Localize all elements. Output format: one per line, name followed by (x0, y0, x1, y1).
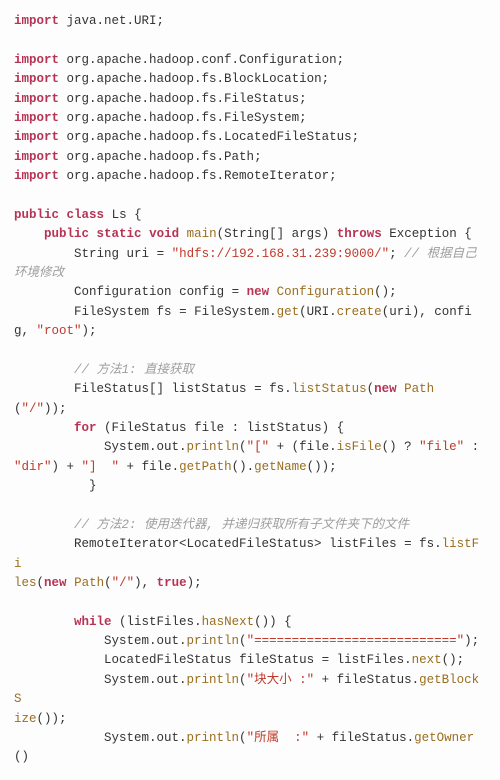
var-file: file (194, 421, 224, 435)
string-literal: "块大小 :" (247, 673, 315, 687)
method-isfile: isFile (337, 440, 382, 454)
var-config: config (179, 285, 224, 299)
method-getowner: getOwner (414, 731, 474, 745)
method-main: main (187, 227, 217, 241)
comment-method2: // 方法2: 使用迭代器, 并递归获取所有子文件夹下的文件 (74, 518, 409, 532)
kw-import: import (14, 130, 59, 144)
kw-class: class (67, 208, 105, 222)
method-create: create (337, 305, 382, 319)
kw-true: true (157, 576, 187, 590)
type-locatedfilestatus: LocatedFileStatus (104, 653, 232, 667)
kw-import: import (14, 72, 59, 86)
string-literal: "所属 :" (247, 731, 310, 745)
method-println: println (187, 673, 240, 687)
string-literal: "] " (82, 460, 120, 474)
method-println: println (187, 440, 240, 454)
import-path: org.apache.hadoop.fs.LocatedFileStatus (67, 130, 352, 144)
sysout: System.out. (104, 673, 187, 687)
kw-import: import (14, 92, 59, 106)
var-filestatus: fileStatus (239, 653, 314, 667)
kw-public: public (14, 208, 59, 222)
string-literal: "root" (37, 324, 82, 338)
ctor-path: Path (74, 576, 104, 590)
method-println: println (187, 634, 240, 648)
kw-void: void (149, 227, 179, 241)
import-path: org.apache.hadoop.fs.RemoteIterator (67, 169, 330, 183)
method-hasnext: hasNext (202, 615, 255, 629)
type-stringarr: String[] (224, 227, 284, 241)
var-fs: fs (157, 305, 172, 319)
java-source-code: import java.net.URI; import org.apache.h… (0, 0, 500, 780)
type-configuration: Configuration (74, 285, 172, 299)
kw-import: import (14, 14, 59, 28)
string-literal: "===========================" (247, 634, 465, 648)
ctor-configuration: Configuration (277, 285, 375, 299)
kw-new: new (247, 285, 270, 299)
sysout: System.out. (104, 634, 187, 648)
kw-new: new (44, 576, 67, 590)
type-filestatus-arr: FileStatus[] (74, 382, 164, 396)
kw-new: new (374, 382, 397, 396)
import-path: org.apache.hadoop.conf.Configuration (67, 53, 337, 67)
var-liststatus: listStatus (172, 382, 247, 396)
string-literal: "hdfs://192.168.31.239:9000/" (172, 247, 390, 261)
method-getname: getName (254, 460, 307, 474)
import-path: java.net.URI (67, 14, 157, 28)
sysout: System.out. (104, 731, 187, 745)
type-string: String (74, 247, 119, 261)
import-path: org.apache.hadoop.fs.FileStatus (67, 92, 300, 106)
method-println: println (187, 731, 240, 745)
var-listfiles: listFiles (329, 537, 397, 551)
method-get: get (277, 305, 300, 319)
kw-while: while (74, 615, 112, 629)
var-uri: uri (127, 247, 150, 261)
import-path: org.apache.hadoop.fs.FileSystem (67, 111, 300, 125)
method-next: next (412, 653, 442, 667)
sysout: System.out. (104, 440, 187, 454)
kw-public: public (44, 227, 89, 241)
import-path: org.apache.hadoop.fs.BlockLocation (67, 72, 322, 86)
ctor-path: Path (404, 382, 434, 396)
class-name: Ls (112, 208, 127, 222)
type-filesystem: FileSystem (74, 305, 149, 319)
kw-static: static (97, 227, 142, 241)
method-liststatus: listStatus (292, 382, 367, 396)
string-literal: "/" (112, 576, 135, 590)
kw-import: import (14, 111, 59, 125)
type-remoteiterator: RemoteIterator<LocatedFileStatus> (74, 537, 322, 551)
kw-throws: throws (337, 227, 382, 241)
var-args: args (292, 227, 322, 241)
string-literal: "file" (419, 440, 464, 454)
method-getpath: getPath (179, 460, 232, 474)
kw-import: import (14, 150, 59, 164)
string-literal: "[" (247, 440, 270, 454)
type-exception: Exception (389, 227, 457, 241)
string-literal: "/" (22, 402, 45, 416)
import-path: org.apache.hadoop.fs.Path (67, 150, 255, 164)
string-literal: "dir" (14, 460, 52, 474)
kw-import: import (14, 169, 59, 183)
comment-method1: // 方法1: 直接获取 (74, 363, 194, 377)
kw-for: for (74, 421, 97, 435)
kw-import: import (14, 53, 59, 67)
